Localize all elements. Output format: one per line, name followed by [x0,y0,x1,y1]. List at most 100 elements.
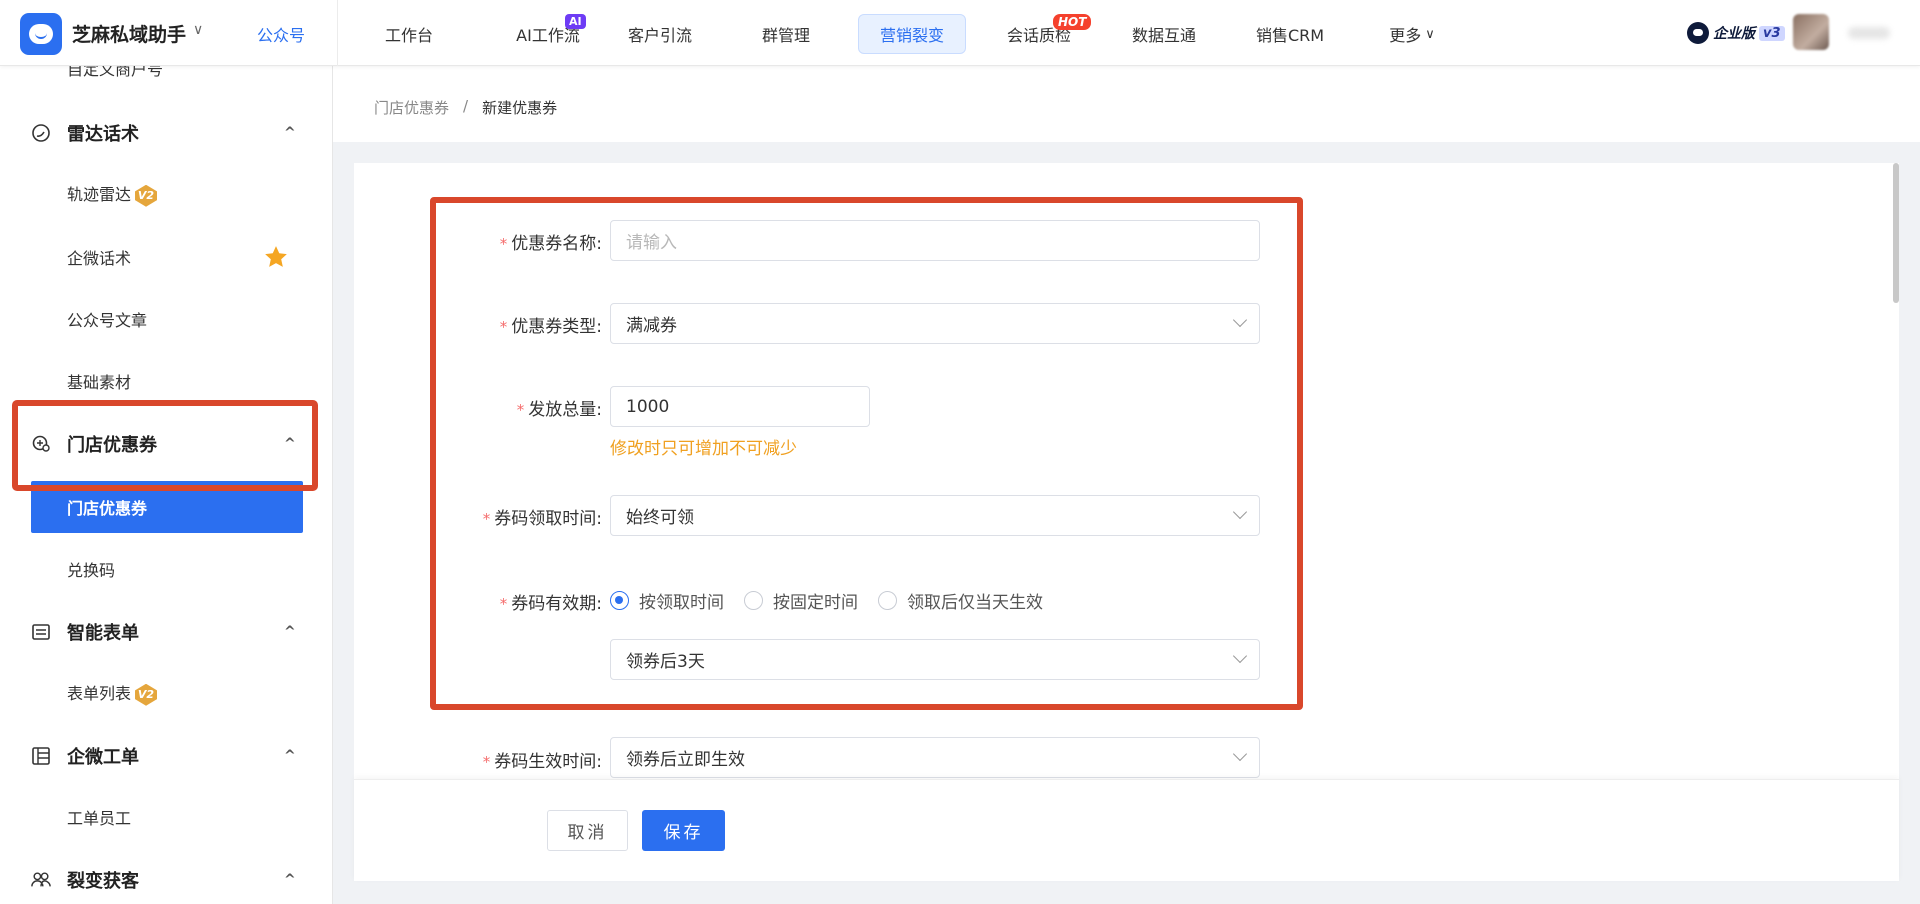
sidebar-group-store-coupon[interactable]: 门店优惠券 ^ [0,427,332,461]
breadcrumb-parent[interactable]: 门店优惠券 [374,97,449,118]
sidebar-item-label: 兑换码 [67,561,116,580]
nav-group-management[interactable]: 群管理 [746,14,826,54]
total-issue-label: * 发放总量: [470,395,602,420]
chevron-down-icon [1232,312,1248,328]
sidebar-group-label: 门店优惠券 [67,435,157,456]
claim-time-label-text: 券码领取时间: [494,509,602,529]
top-navigation-bar: 芝麻私域助手 ∨ 公众号 工作台 AI工作流 AI 客户引流 群管理 营销裂变 … [0,0,1920,66]
star-icon[interactable] [263,244,289,274]
radio-unchecked-icon [878,591,897,610]
validity-duration-value: 领券后3天 [626,652,705,672]
sidebar: 自定义商户号 雷达话术 ^ 轨迹雷达 V2 企微话术 公众号文章 基础素材 门店优… [0,66,333,904]
effective-time-value: 领券后立即生效 [626,750,745,770]
sidebar-item-store-coupon[interactable]: 门店优惠券 [31,481,303,533]
radio-label: 按领取时间 [639,593,724,613]
sidebar-item-label: 公众号文章 [67,311,148,330]
nav-marketing-fission[interactable]: 营销裂变 [858,14,966,54]
nav-more-label: 更多 [1389,26,1422,45]
app-logo-icon[interactable] [20,13,62,55]
nav-data-interop[interactable]: 数据互通 [1120,14,1208,54]
sidebar-item-label: 企微话术 [67,249,132,268]
chevron-down-icon [1232,648,1248,664]
effective-time-label: * 券码生效时间: [460,747,602,772]
nav-more[interactable]: 更多 ∨ [1382,14,1442,54]
total-issue-input[interactable]: 1000 [610,386,870,427]
claim-time-value: 始终可领 [626,508,694,528]
sidebar-item-form-list[interactable]: 表单列表 V2 [0,678,332,708]
sidebar-item-label: 自定义商户号 [67,66,164,79]
sidebar-item-mp-articles[interactable]: 公众号文章 [0,304,332,334]
breadcrumb-current: 新建优惠券 [482,99,558,117]
scrollbar-thumb[interactable] [1893,163,1899,303]
sidebar-item-track-radar[interactable]: 轨迹雷达 V2 [0,179,332,209]
effective-time-label-text: 券码生效时间: [494,752,602,772]
nav-ai-workflow[interactable]: AI工作流 [492,14,604,54]
app-switch-chevron-icon[interactable]: ∨ [193,22,203,38]
nav-workbench[interactable]: 工作台 [365,14,453,54]
radio-label: 领取后仅当天生效 [907,593,1043,613]
breadcrumb-bar [333,66,1920,142]
cancel-button[interactable]: 取消 [547,810,628,851]
validity-option-fixed-time[interactable]: 按固定时间 [744,588,858,613]
effective-time-select[interactable]: 领券后立即生效 [610,737,1260,778]
sidebar-item-label-wrap: 表单列表 V2 [67,680,158,706]
sidebar-group-radar-script[interactable]: 雷达话术 ^ [0,116,332,150]
sidebar-group-label: 裂变获客 [67,871,139,892]
save-button[interactable]: 保存 [642,810,725,851]
coupon-icon [31,434,51,454]
required-mark: * [516,401,525,419]
sidebar-item-label-wrap: 轨迹雷达 V2 [67,181,158,207]
coupon-type-select[interactable]: 满减券 [610,303,1260,344]
coupon-name-label-text: 优惠券名称: [511,234,602,254]
chevron-up-icon: ^ [284,748,296,764]
validity-label: * 券码有效期: [460,589,602,614]
enterprise-label: 企业版 [1713,26,1755,42]
required-mark: * [499,235,508,253]
sidebar-group-fission-acquisition[interactable]: 裂变获客 ^ [0,863,332,897]
enterprise-edition-badge[interactable]: 企业版 v3 [1687,21,1785,45]
validity-option-same-day[interactable]: 领取后仅当天生效 [878,588,1043,613]
nav-sales-crm[interactable]: 销售CRM [1246,14,1334,54]
chevron-down-icon [1232,746,1248,762]
chevron-down-icon: ∨ [1425,26,1435,42]
enterprise-version: v3 [1759,25,1785,41]
coupon-name-input[interactable]: 请输入 [610,220,1260,261]
sidebar-group-label: 企微工单 [67,747,139,768]
app-title[interactable]: 芝麻私域助手 [72,20,186,47]
breadcrumb-separator: / [463,97,469,115]
claim-time-select[interactable]: 始终可领 [610,495,1260,536]
validity-option-by-claim[interactable]: 按领取时间 [610,588,724,613]
radio-checked-icon [610,591,629,610]
sidebar-item-ticket-staff[interactable]: 工单员工 [0,802,332,832]
validity-duration-select[interactable]: 领券后3天 [610,639,1260,680]
official-account-switch[interactable]: 公众号 [257,22,305,46]
radio-label: 按固定时间 [773,593,858,613]
required-mark: * [482,510,491,528]
sidebar-group-label: 雷达话术 [67,124,139,145]
hot-badge: HOT [1053,14,1092,30]
radio-unchecked-icon [744,591,763,610]
coupon-type-label-text: 优惠券类型: [511,317,602,337]
nav-customer-acquisition[interactable]: 客户引流 [620,14,700,54]
chevron-up-icon: ^ [284,125,296,141]
sidebar-item-wecom-script[interactable]: 企微话术 [0,242,332,274]
sidebar-group-smart-form[interactable]: 智能表单 ^ [0,615,332,649]
form-icon [31,622,51,642]
sidebar-group-wecom-ticket[interactable]: 企微工单 ^ [0,739,332,773]
chevron-down-icon [1232,504,1248,520]
chevron-up-icon: ^ [284,624,296,640]
chevron-up-icon: ^ [284,872,296,888]
total-issue-label-text: 发放总量: [528,400,602,420]
coupon-type-label: * 优惠券类型: [470,312,602,337]
sidebar-item-basic-materials[interactable]: 基础素材 [0,366,332,396]
sidebar-item-custom-merchant[interactable]: 自定义商户号 [0,66,332,82]
claim-time-label: * 券码领取时间: [460,504,602,529]
user-avatar[interactable] [1793,14,1829,50]
user-name-blurred[interactable] [1848,27,1890,39]
sidebar-item-label: 轨迹雷达 [67,185,132,205]
sidebar-item-redeem-code[interactable]: 兑换码 [0,554,332,584]
required-mark: * [499,318,508,336]
breadcrumb: 门店优惠券 / 新建优惠券 [374,97,557,118]
required-mark: * [499,595,508,613]
validity-radio-group: 按领取时间 按固定时间 领取后仅当天生效 [610,588,1063,613]
